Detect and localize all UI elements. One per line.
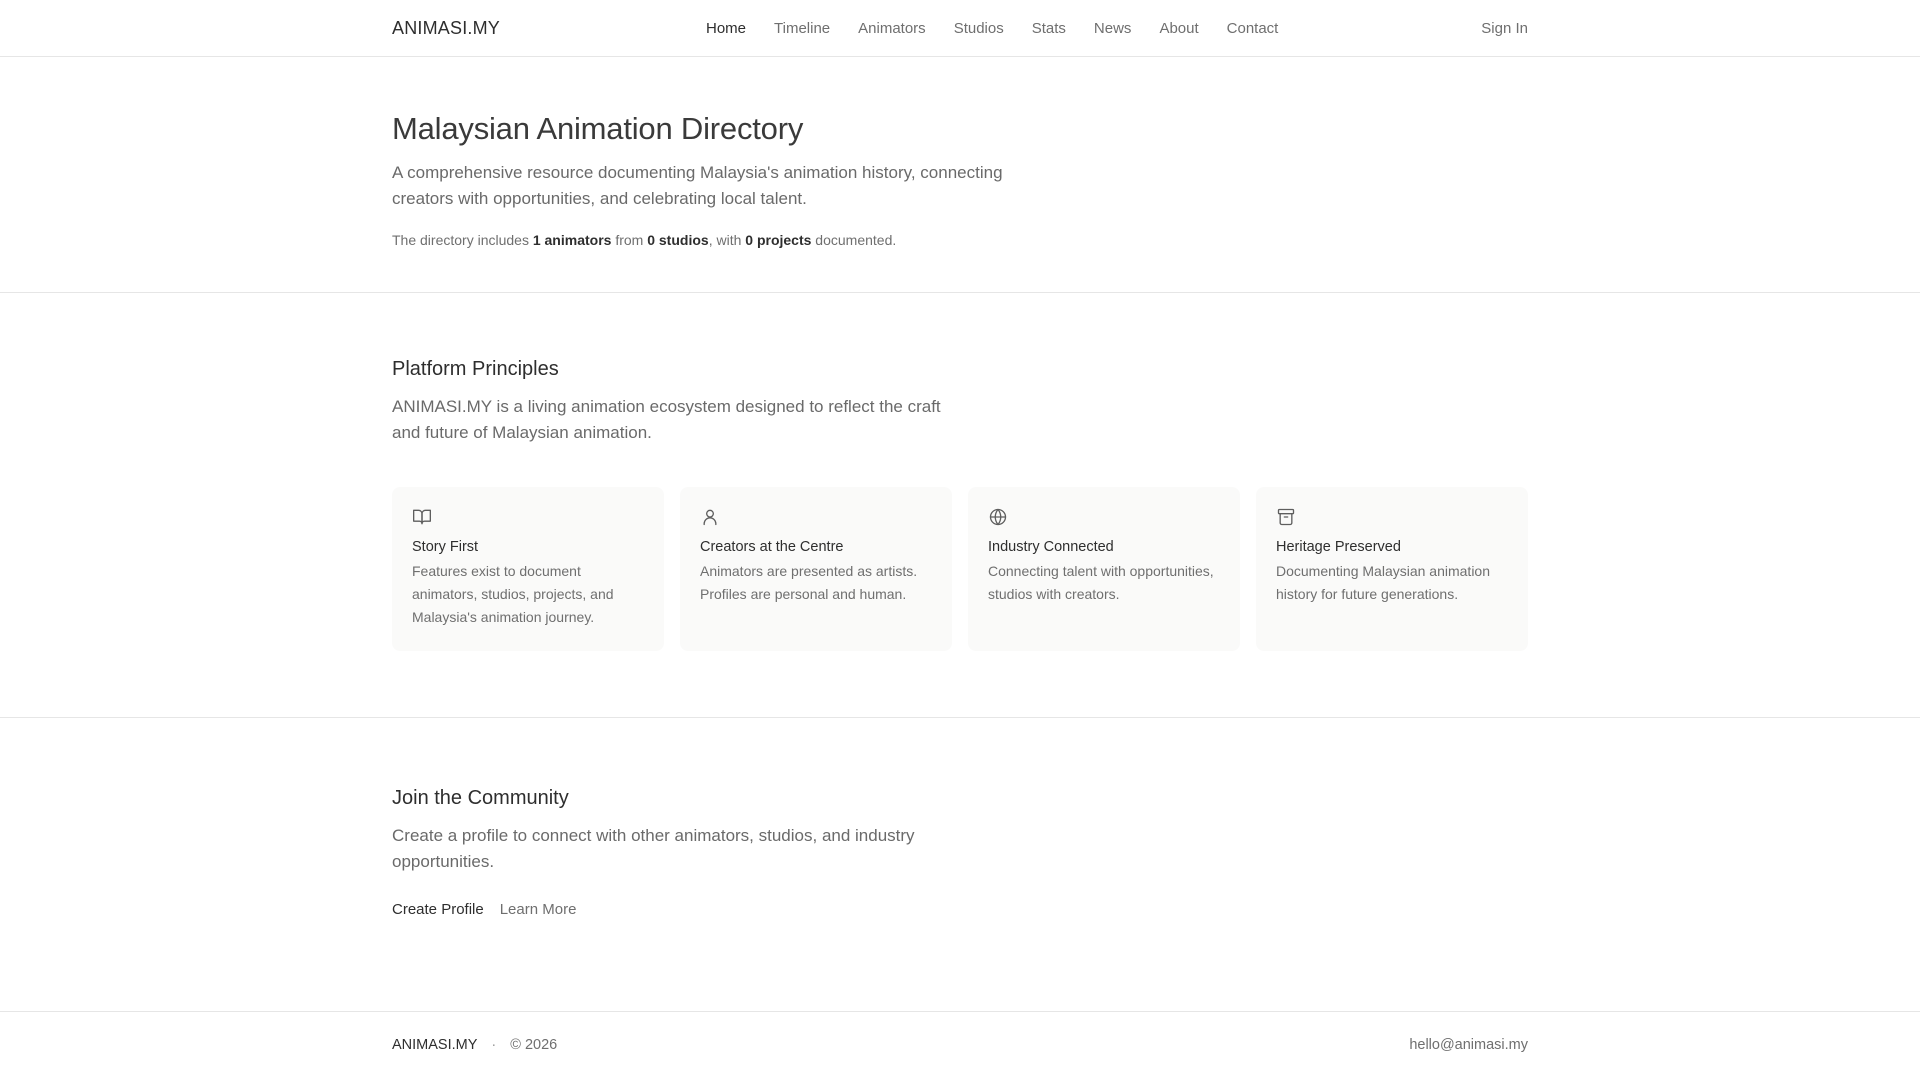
card-text: Documenting Malaysian animation history … (1276, 563, 1490, 602)
card-text: Connecting talent with opportunities, st… (988, 563, 1214, 602)
card-title: Story First (412, 539, 479, 555)
stats-suffix: documented. (815, 232, 897, 248)
footer-email-link[interactable]: hello@animasi.my (1409, 1037, 1528, 1053)
main-nav: Home Timeline Animators Studios Stats Ne… (706, 0, 1306, 56)
globe-icon (989, 508, 1007, 526)
stats-prefix: The directory includes (392, 232, 529, 248)
page-title: Malaysian Animation Directory (392, 111, 804, 146)
card-title: Industry Connected (988, 539, 1114, 555)
join-actions: Create Profile Learn More (392, 901, 1528, 918)
card-text: Animators are presented as artists. Prof… (700, 563, 918, 602)
directory-stats: The directory includes 1 animators from … (392, 232, 1528, 248)
site-logo[interactable]: ANIMASI.MY (392, 18, 500, 39)
nav-timeline[interactable]: Timeline (774, 20, 830, 37)
footer-separator: · (491, 1037, 497, 1053)
user-icon (703, 509, 717, 526)
site-footer: ANIMASI.MY · © 2026 hello@animasi.my (0, 1012, 1920, 1078)
nav-about[interactable]: About (1159, 20, 1198, 37)
join-section: Join the Community Create a profile to c… (0, 718, 1920, 1012)
learn-more-link[interactable]: Learn More (500, 901, 577, 918)
hero-section: Malaysian Animation Directory A comprehe… (0, 57, 1920, 293)
nav-studios[interactable]: Studios (954, 20, 1004, 37)
principle-card-creators: Creators at the Centre Animators are pre… (680, 487, 952, 651)
studios-count: 0 studios (647, 232, 709, 248)
nav-home[interactable]: Home (706, 20, 746, 37)
nav-contact[interactable]: Contact (1227, 20, 1279, 37)
card-text: Features exist to document animators, st… (412, 563, 614, 625)
principles-cards: Story First Features exist to document a… (392, 487, 1528, 651)
footer-copyright: © 2026 (510, 1037, 558, 1053)
join-lead: Create a profile to connect with other a… (392, 826, 915, 871)
stats-from: from (615, 232, 644, 248)
archive-icon (1277, 508, 1295, 526)
projects-count: 0 projects (745, 232, 812, 248)
principles-section: Platform Principles ANIMASI.MY is a livi… (0, 293, 1920, 718)
animators-count: 1 animators (532, 232, 612, 248)
join-title: Join the Community (392, 787, 569, 809)
hero-lead: A comprehensive resource documenting Mal… (392, 163, 1003, 208)
principles-lead: ANIMASI.MY is a living animation ecosyst… (392, 397, 941, 442)
sign-in-link[interactable]: Sign In (1481, 20, 1528, 37)
principle-card-heritage: Heritage Preserved Documenting Malaysian… (1256, 487, 1528, 651)
card-title: Heritage Preserved (1276, 539, 1401, 555)
footer-logo[interactable]: ANIMASI.MY (392, 1037, 477, 1053)
nav-news[interactable]: News (1094, 20, 1132, 37)
create-profile-button[interactable]: Create Profile (392, 901, 484, 918)
principles-title: Platform Principles (392, 358, 559, 380)
stats-with: , with (708, 232, 742, 248)
principle-card-story-first: Story First Features exist to document a… (392, 487, 664, 651)
card-title: Creators at the Centre (700, 539, 844, 555)
principle-card-industry: Industry Connected Connecting talent wit… (968, 487, 1240, 651)
nav-animators[interactable]: Animators (858, 20, 926, 37)
nav-stats[interactable]: Stats (1032, 20, 1066, 37)
site-header: ANIMASI.MY Home Timeline Animators Studi… (0, 0, 1920, 57)
book-open-icon (413, 509, 431, 525)
